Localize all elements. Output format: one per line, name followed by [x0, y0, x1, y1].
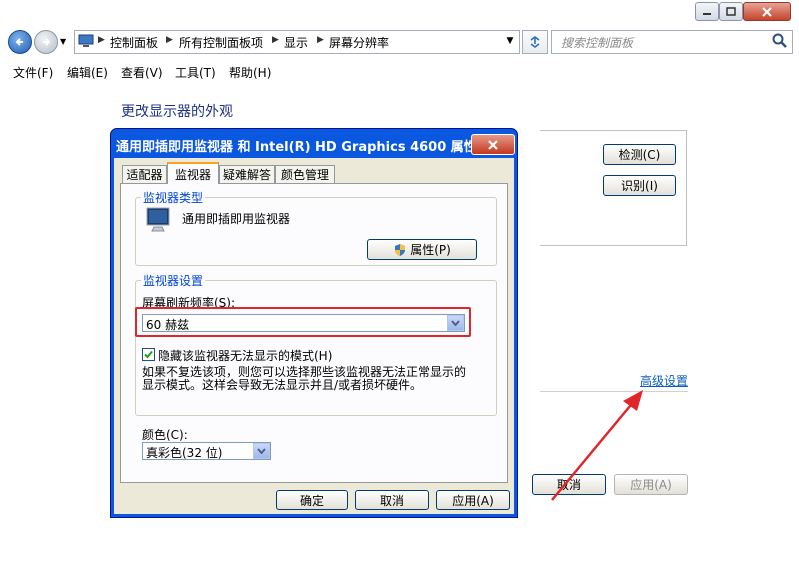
- control-panel-icon: [78, 34, 94, 47]
- tab-color-management[interactable]: 颜色管理: [275, 165, 335, 183]
- maximize-button[interactable]: [719, 2, 743, 21]
- monitor-name: 通用即插即用监视器: [182, 212, 291, 226]
- breadcrumb-control-panel[interactable]: 控制面板: [110, 34, 158, 51]
- minimize-icon: [703, 12, 711, 15]
- hide-modes-description: 显示模式。这样会导致无法显示并且/或者损坏硬件。: [142, 378, 423, 392]
- breadcrumb-separator-icon: ▶: [166, 35, 173, 45]
- menu-edit[interactable]: 编辑(E): [67, 64, 108, 81]
- breadcrumb-screen-resolution[interactable]: 屏幕分辨率: [329, 34, 389, 51]
- chevron-down-icon: [257, 448, 266, 454]
- menu-tools[interactable]: 工具(T): [175, 64, 216, 81]
- search-icon[interactable]: [771, 32, 789, 50]
- window-close-button[interactable]: [743, 2, 791, 21]
- color-depth-dropdown-button[interactable]: [253, 443, 270, 459]
- history-dropdown-icon[interactable]: ▼: [60, 37, 66, 46]
- hide-modes-label[interactable]: 隐藏该监视器无法显示的模式(H): [158, 347, 332, 364]
- breadcrumb-separator-icon: ▶: [317, 35, 324, 45]
- dialog-close-button[interactable]: [471, 134, 515, 155]
- annotation-highlight-box: [135, 307, 471, 337]
- tab-troubleshoot[interactable]: 疑难解答: [219, 165, 275, 183]
- refresh-button[interactable]: [522, 30, 548, 54]
- tab-monitor[interactable]: 监视器: [167, 162, 219, 184]
- maximize-icon: [726, 7, 736, 16]
- minimize-button[interactable]: [695, 2, 719, 21]
- forward-arrow-icon: [43, 38, 51, 46]
- detect-button[interactable]: 检测(C): [603, 144, 676, 165]
- menu-help[interactable]: 帮助(H): [229, 64, 271, 81]
- close-icon: [762, 6, 772, 17]
- shield-icon: [395, 243, 406, 256]
- monitor-settings-group-label: 监视器设置: [141, 272, 206, 289]
- back-button[interactable]: [8, 30, 32, 54]
- monitor-type-group-label: 监视器类型: [141, 189, 206, 206]
- breadcrumb-separator-icon: ▶: [98, 35, 105, 45]
- refresh-icon: [530, 36, 540, 48]
- breadcrumb-display[interactable]: 显示: [284, 34, 308, 51]
- cancel-button[interactable]: 取消: [355, 490, 429, 510]
- page-title: 更改显示器的外观: [121, 104, 233, 120]
- breadcrumb-separator-icon: ▶: [272, 35, 279, 45]
- color-depth-value[interactable]: 真彩色(32 位): [146, 444, 222, 461]
- search-placeholder[interactable]: 搜索控制面板: [561, 34, 633, 51]
- back-arrow-icon: [15, 38, 23, 46]
- identify-button[interactable]: 识别(I): [603, 175, 676, 196]
- monitor-icon: [146, 207, 170, 232]
- color-depth-label: 颜色(C):: [142, 428, 188, 442]
- apply-button[interactable]: 应用(A): [436, 490, 510, 510]
- ok-button[interactable]: 确定: [276, 490, 348, 510]
- menu-bar: [0, 60, 799, 82]
- address-dropdown-icon[interactable]: ▼: [503, 31, 517, 51]
- annotation-arrow-icon: [551, 390, 643, 501]
- hide-modes-checkbox[interactable]: [142, 348, 155, 361]
- breadcrumb-all-items[interactable]: 所有控制面板项: [179, 34, 263, 51]
- dialog-title: 通用即插即用监视器 和 Intel(R) HD Graphics 4600 属性: [116, 140, 477, 155]
- window-titlebar: [0, 0, 799, 26]
- close-icon: [488, 139, 498, 150]
- tab-adapter[interactable]: 适配器: [122, 165, 167, 183]
- properties-button[interactable]: 属性(P): [367, 239, 477, 260]
- properties-button-label: 属性(P): [410, 243, 451, 257]
- menu-view[interactable]: 查看(V): [121, 64, 163, 81]
- menu-file[interactable]: 文件(F): [13, 64, 53, 81]
- forward-button[interactable]: [34, 30, 58, 54]
- checkmark-icon: [144, 350, 153, 359]
